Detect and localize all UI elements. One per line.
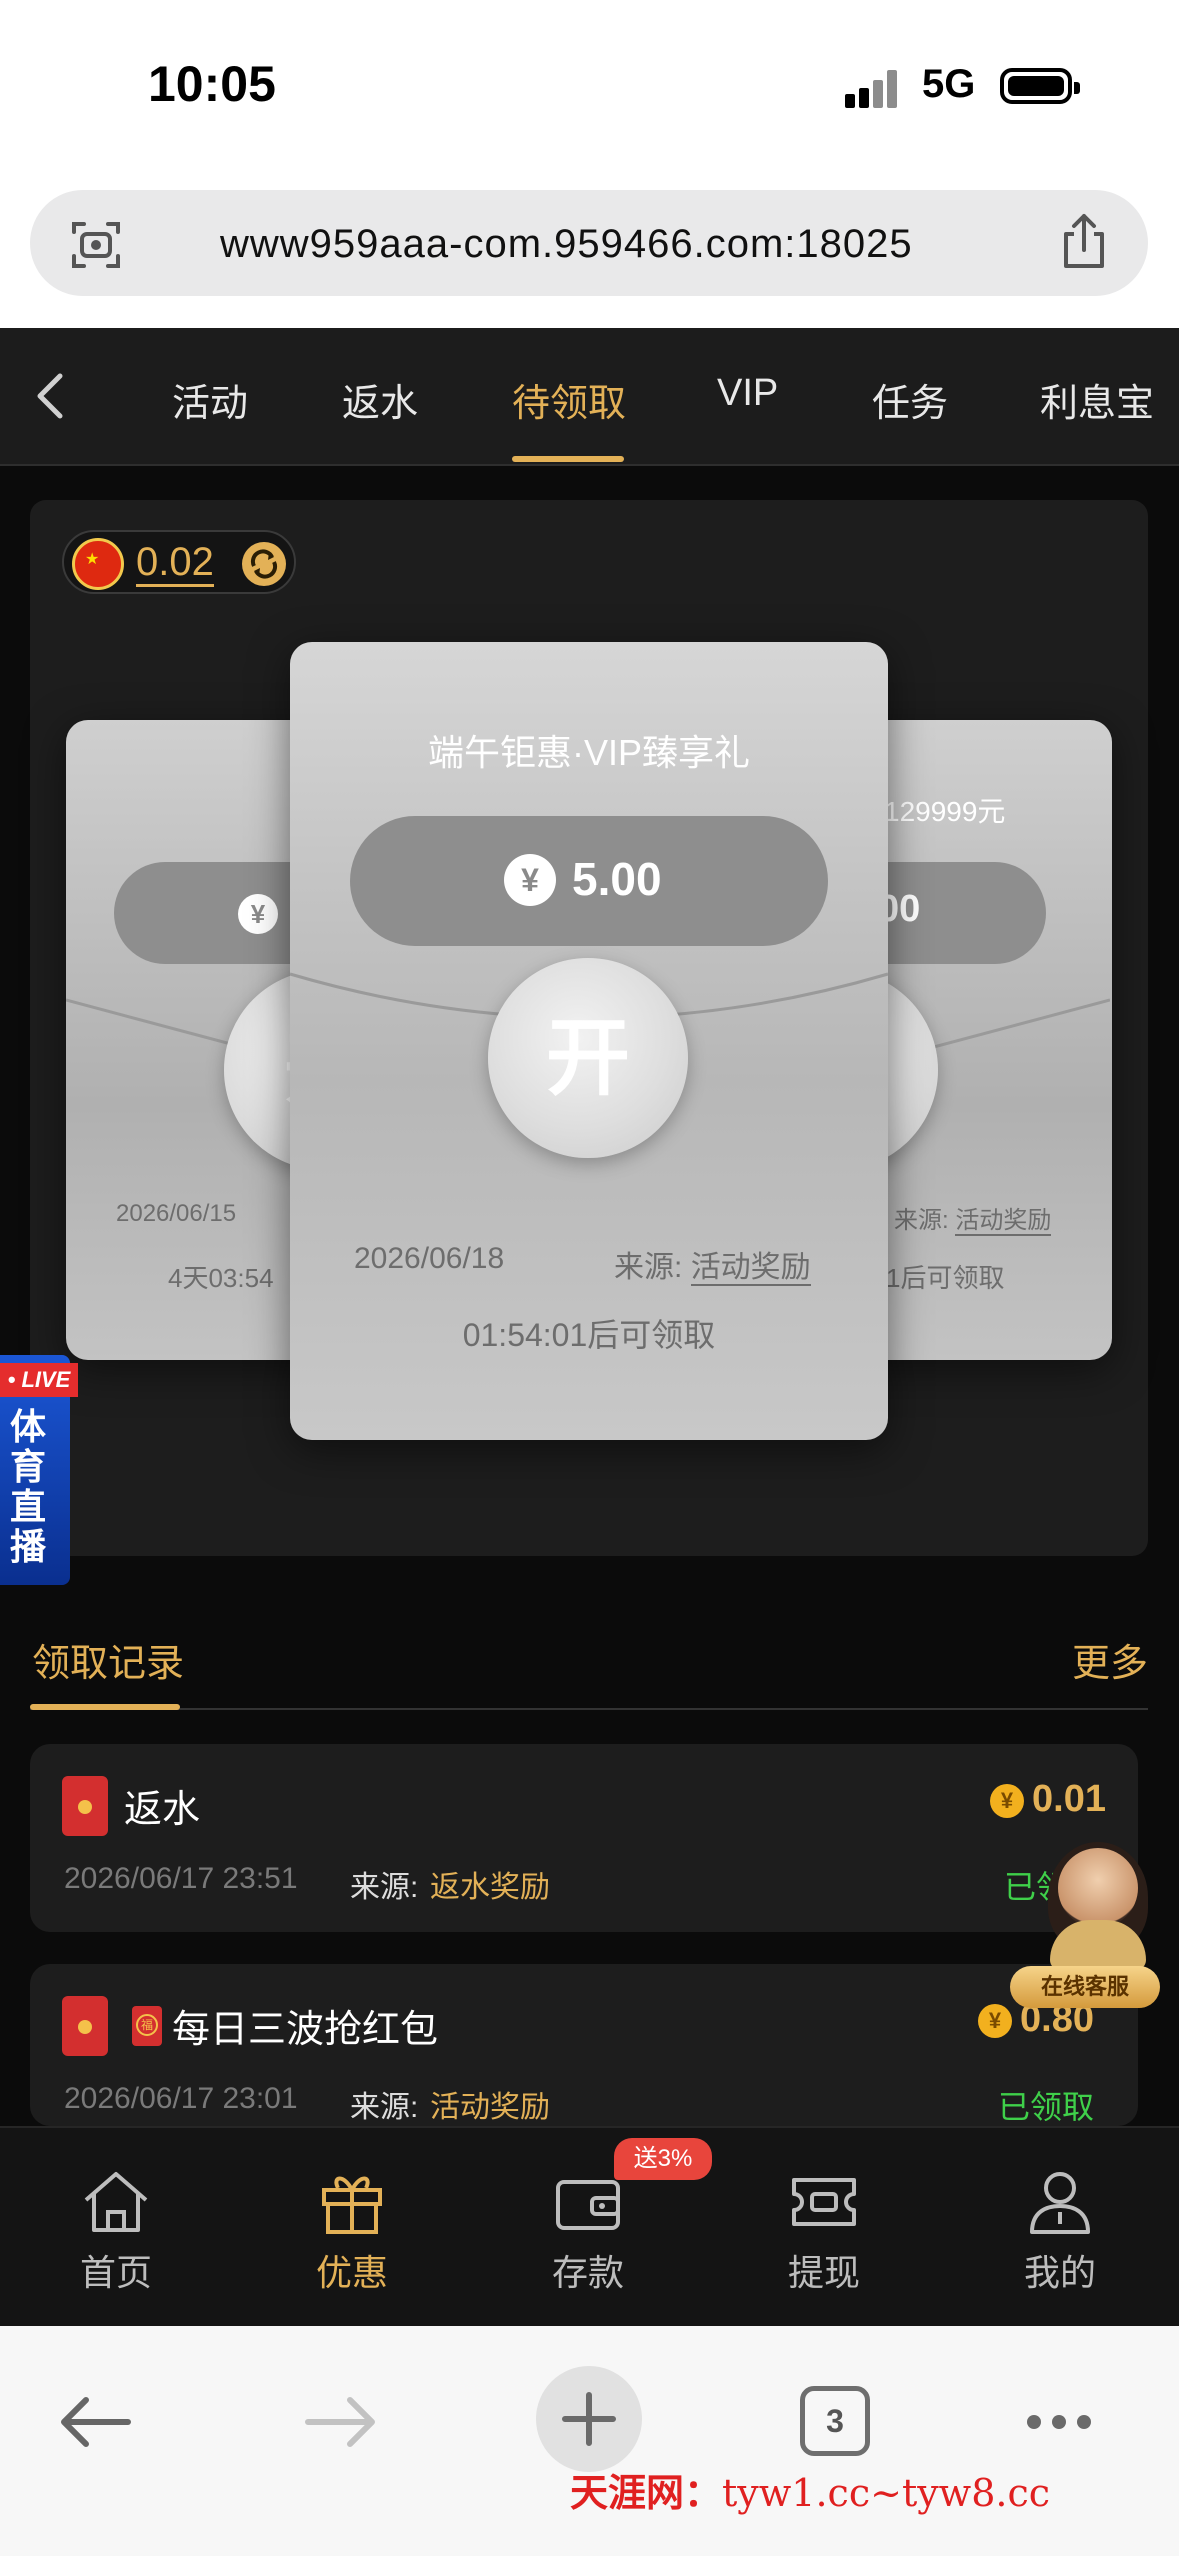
tab-interest[interactable]: 利息宝	[1040, 372, 1154, 427]
record-status: 已领取	[997, 2089, 1094, 2125]
browser-back-icon[interactable]	[58, 2392, 132, 2452]
nav-deposit[interactable]: 存款	[528, 2168, 648, 2298]
card-title: 端午钜惠·VIP臻享礼	[427, 732, 750, 773]
records-title-underline	[30, 1704, 180, 1710]
watermark: 天涯网：tyw1.cc~tyw8.cc	[570, 2471, 1051, 2515]
nav-promotions[interactable]: 优惠	[292, 2168, 412, 2298]
record-name: 福每日三波抢红包	[132, 1998, 438, 2053]
user-icon	[1030, 2172, 1090, 2234]
claim-records-header: 领取记录 更多	[30, 1610, 1148, 1710]
online-service-label: 在线客服	[1010, 1966, 1160, 2008]
agent-avatar	[1058, 1848, 1138, 1928]
wallet-icon	[556, 2180, 620, 2230]
gift-icon	[322, 2176, 382, 2234]
coin-icon: ¥	[990, 1783, 1025, 1818]
card-date: 2026/06/18	[354, 1242, 505, 1275]
back-arrow-icon[interactable]	[30, 370, 70, 422]
online-service-button[interactable]: 在线客服	[1010, 1842, 1179, 2008]
card-timer: 1后可领取	[886, 1263, 1005, 1293]
china-flag-icon: ★	[72, 538, 124, 590]
record-date: 2026/06/17 23:51	[64, 1862, 298, 1895]
deposit-promo-badge: 送3%	[614, 2138, 712, 2180]
plus-icon	[562, 2392, 616, 2446]
card-date: 2026/06/15	[116, 1200, 237, 1227]
card-amount: 5.00	[572, 853, 662, 905]
yen-icon: ¥	[238, 894, 278, 934]
balance-value: 0.02	[136, 540, 214, 587]
source-label: 来源:	[894, 1207, 949, 1234]
bottom-nav: 首页 优惠 存款 提现 我的	[0, 2126, 1179, 2326]
more-link[interactable]: 更多	[1072, 1632, 1148, 1687]
source-label: 来源:	[614, 1251, 683, 1284]
red-envelope-icon	[62, 1776, 108, 1836]
amount-pill: ¥ 5.00	[350, 816, 828, 946]
record-date: 2026/06/17 23:01	[64, 2082, 298, 2115]
card-timer: 01:54:01后可领取	[462, 1317, 716, 1353]
tab-switcher-button[interactable]: 3	[800, 2386, 870, 2456]
yen-icon: ¥	[504, 854, 556, 906]
fortune-envelope-icon: 福	[132, 2006, 162, 2046]
more-options-icon[interactable]	[1024, 2412, 1094, 2432]
battery-icon	[1000, 68, 1080, 104]
live-tag: • LIVE	[0, 1363, 78, 1397]
nav-profile[interactable]: 我的	[1000, 2168, 1120, 2298]
card-source: 来源: 活动奖励	[894, 1200, 1052, 1236]
coin-icon: ¥	[978, 2003, 1013, 2038]
card-title: 129999元	[884, 796, 1006, 827]
tab-rebate[interactable]: 返水	[342, 372, 418, 427]
red-envelope-icon	[62, 1996, 108, 2056]
nav-home[interactable]: 首页	[56, 2168, 176, 2298]
category-tabs: 活动 返水 待领取 VIP 任务 利息宝	[0, 328, 1179, 466]
sports-live-badge[interactable]: • LIVE 体育直播	[0, 1335, 78, 1585]
url-text: www959aaa-com.959466.com:18025	[220, 222, 913, 266]
browser-forward-icon[interactable]	[304, 2392, 378, 2452]
home-icon	[84, 2172, 148, 2232]
browser-url-bar: www959aaa-com.959466.com:18025	[0, 180, 1179, 328]
refresh-icon[interactable]	[240, 540, 288, 588]
nav-withdraw[interactable]: 提现	[764, 2168, 884, 2298]
active-tab-indicator	[512, 456, 624, 462]
record-name: 返水	[124, 1789, 201, 1831]
tab-pending[interactable]: 待领取	[512, 372, 626, 427]
record-item[interactable]: 返水 2026/06/17 23:51 来源: 返水奖励 ¥0.01 已领	[30, 1744, 1138, 1932]
record-source-label: 来源:	[350, 1871, 419, 1904]
source-link[interactable]: 活动奖励	[690, 1251, 811, 1286]
record-source-label: 来源:	[350, 2091, 419, 2124]
source-link[interactable]: 活动奖励	[955, 1207, 1052, 1236]
network-type: 5G	[922, 62, 976, 106]
live-label: 体育直播	[10, 1406, 47, 1567]
record-source: 活动奖励	[430, 2091, 550, 2124]
reward-card-center[interactable]: 端午钜惠·VIP臻享礼 ¥ 5.00 开 2026/06/18 来源: 活动奖励…	[290, 642, 888, 1440]
record-source: 返水奖励	[430, 1871, 550, 1904]
new-tab-button[interactable]	[536, 2366, 642, 2472]
tab-tasks[interactable]: 任务	[872, 372, 948, 427]
tab-activity[interactable]: 活动	[172, 372, 248, 427]
status-bar: 10:05 5G	[0, 0, 1179, 180]
records-title[interactable]: 领取记录	[32, 1632, 184, 1687]
clock: 10:05	[148, 56, 276, 112]
card-source: 来源: 活动奖励	[614, 1242, 811, 1286]
tab-vip[interactable]: VIP	[717, 372, 778, 415]
record-amount: ¥0.01	[990, 1778, 1106, 1821]
open-button[interactable]: 开	[488, 958, 688, 1158]
address-field[interactable]: www959aaa-com.959466.com:18025	[30, 190, 1148, 296]
share-icon[interactable]	[1056, 212, 1112, 272]
cash-icon	[792, 2178, 856, 2226]
balance-pill: ★ 0.02	[62, 530, 296, 594]
signal-icon	[845, 68, 905, 108]
browser-toolbar: 3	[0, 2326, 1179, 2556]
scan-icon[interactable]	[68, 216, 124, 272]
record-item[interactable]: 福每日三波抢红包 2026/06/17 23:01 来源: 活动奖励 ¥0.80…	[30, 1964, 1138, 2126]
